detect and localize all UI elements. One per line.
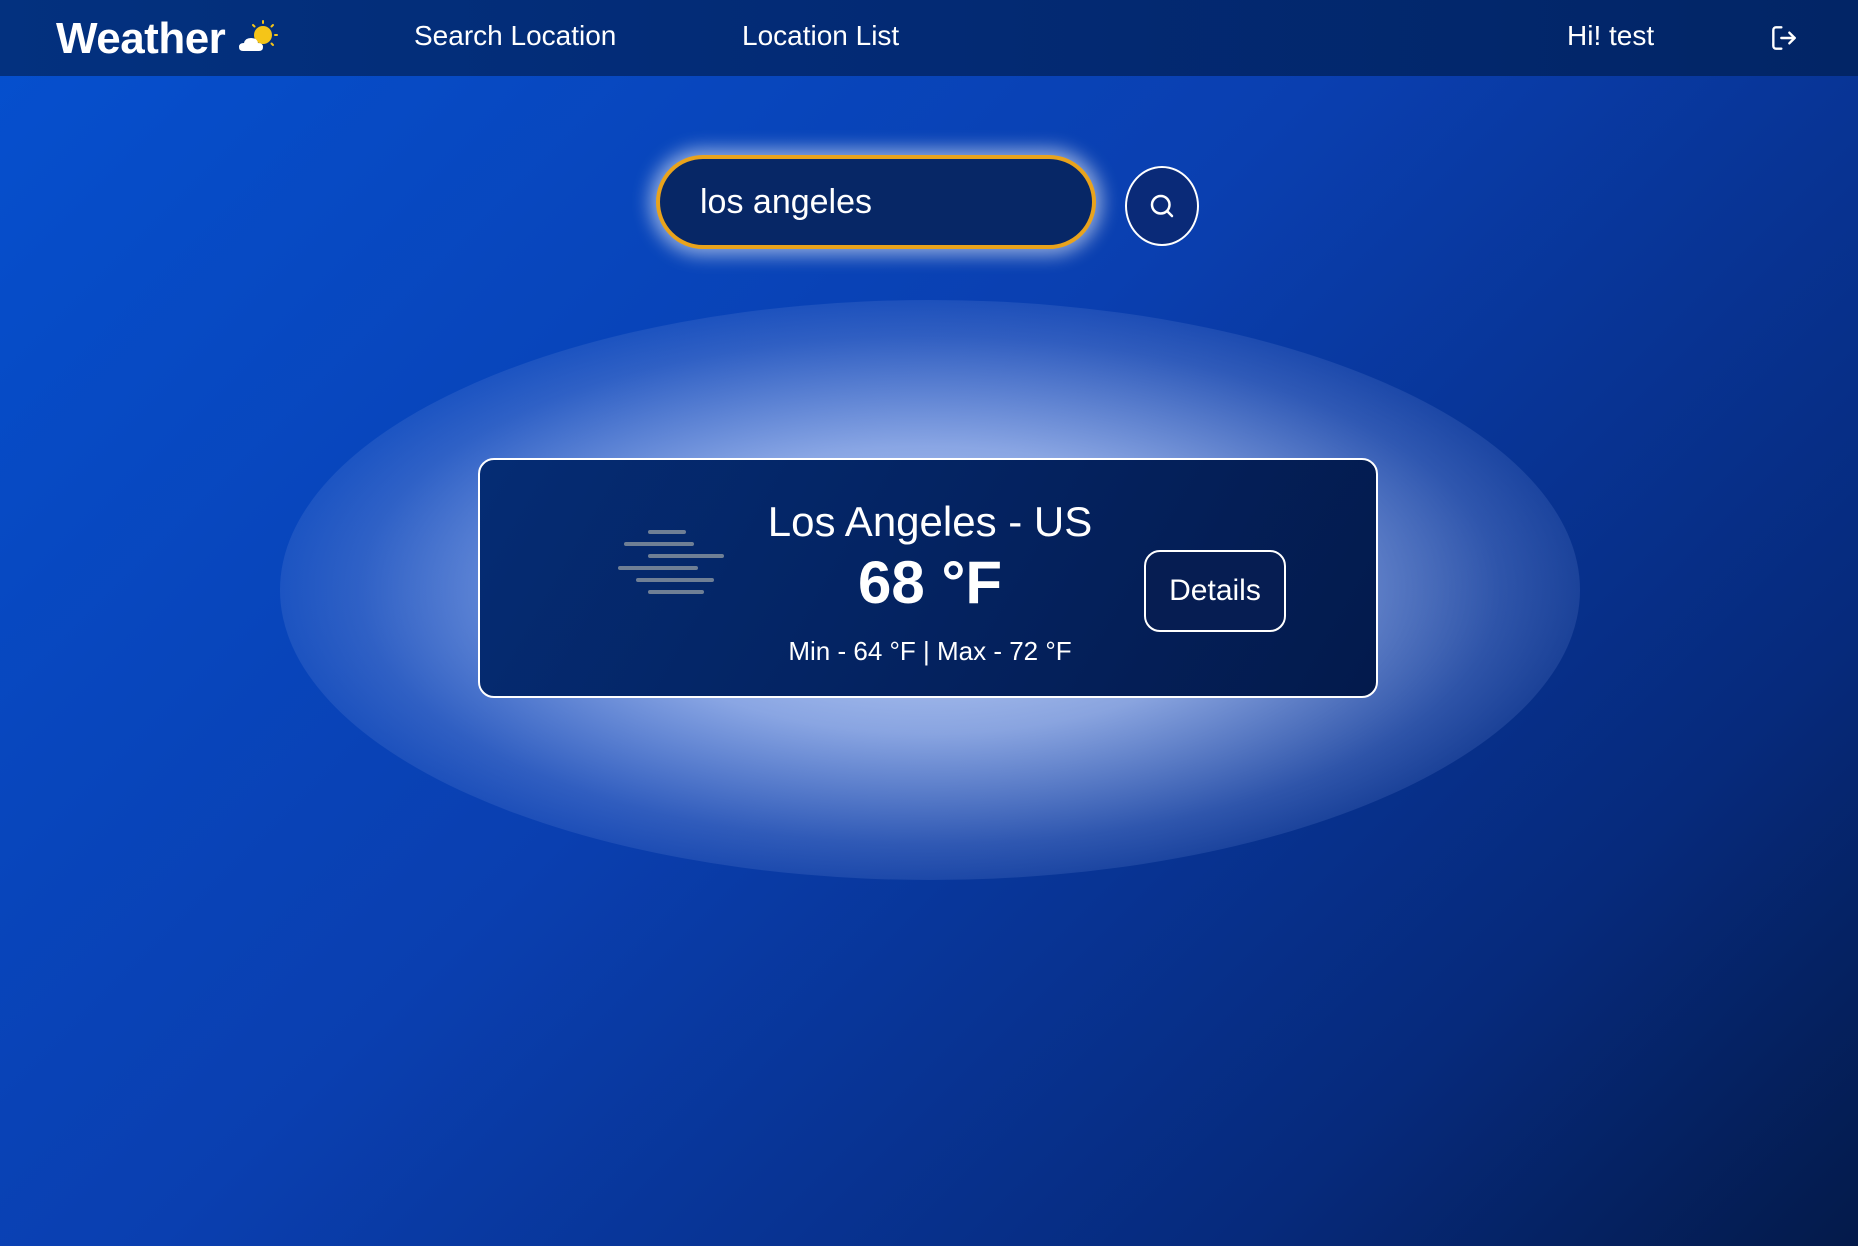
nav-search-location[interactable]: Search Location (414, 20, 616, 52)
navbar: Weather Search Location Location List Hi… (0, 0, 1858, 76)
details-button[interactable]: Details (1144, 550, 1286, 632)
user-greeting: Hi! test (1567, 20, 1655, 51)
nav-location-list[interactable]: Location List (742, 20, 899, 52)
search-button[interactable] (1125, 166, 1199, 246)
brand-title: Weather (56, 14, 226, 63)
partly-sunny-icon (239, 20, 279, 51)
location-name: Los Angeles - US (767, 498, 1093, 545)
search-input[interactable] (656, 155, 1096, 249)
weather-card: Los Angeles - US 68 °F Min - 64 °F | Max… (478, 458, 1378, 698)
search-icon (1150, 194, 1174, 218)
brand[interactable]: Weather (56, 14, 283, 64)
logout-icon[interactable] (1768, 22, 1800, 54)
min-max-temperature: Min - 64 °F | Max - 72 °F (788, 636, 1072, 666)
